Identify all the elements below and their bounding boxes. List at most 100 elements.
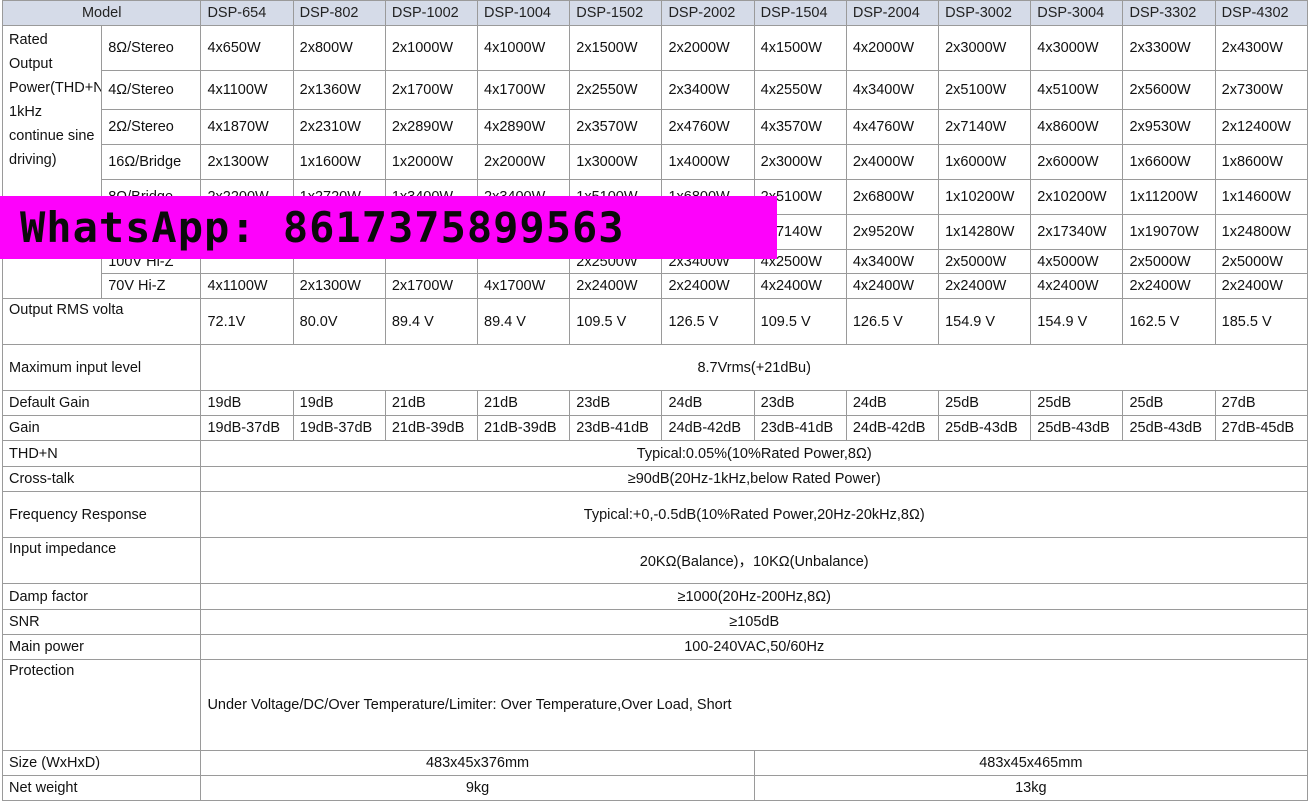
power-value-cell: 2x1500W <box>569 25 663 71</box>
rms-volt-value-cell: 185.5 V <box>1214 298 1309 345</box>
power-value-cell: 2x9530W <box>1122 109 1216 145</box>
power-value-cell: 2x6800W <box>845 179 940 215</box>
damp-factor-row: Damp factor ≥1000(20Hz-200Hz,8Ω) <box>1 583 1308 610</box>
power-value-cell: 4x1100W <box>200 273 294 299</box>
power-value-cell: 2x1360W <box>292 70 386 110</box>
frequency-response-value: Typical:+0,-0.5dB(10%Rated Power,20Hz-20… <box>200 491 1308 538</box>
crosstalk-row: Cross-talk ≥90dB(20Hz-1kHz,below Rated Po… <box>1 466 1308 492</box>
crosstalk-label: Cross-talk <box>1 466 202 492</box>
gain-label: Gain <box>1 415 202 441</box>
power-value-cell: 1x1600W <box>292 144 386 180</box>
gain-value-cell: 25dB-43dB <box>1030 415 1124 441</box>
power-value-cell: 1x4000W <box>661 144 755 180</box>
size-value-small: 483x45x376mm <box>200 750 755 776</box>
power-value-cell: 2x1300W <box>200 144 294 180</box>
gain-value-cell: 19dB-37dB <box>292 415 386 441</box>
power-value-cell: 2x9520W <box>845 214 940 250</box>
size-label: Size (WxHxD) <box>1 750 202 776</box>
input-impedance-row: Input impedance 20KΩ(Balance)，10KΩ(Unbala… <box>1 537 1308 584</box>
gain-value-cell: 21dB-39dB <box>477 415 571 441</box>
damp-factor-value: ≥1000(20Hz-200Hz,8Ω) <box>200 583 1308 610</box>
power-value-cell: 2x1300W <box>292 273 386 299</box>
rated-output-row: 2Ω/Stereo 4x1870W 2x2310W 2x2890W 4x2890W 2x3… <box>3 109 1309 145</box>
input-impedance-value: 20KΩ(Balance)，10KΩ(Unbalance) <box>200 537 1308 584</box>
rms-volt-value-cell: 154.9 V <box>938 298 1032 345</box>
power-value-cell: 2x2400W <box>569 273 663 299</box>
gain-value-cell: 21dB-39dB <box>384 415 479 441</box>
power-value-cell: 2x3300W <box>1122 25 1216 71</box>
main-power-row: Main power 100-240VAC,50/60Hz <box>1 634 1308 660</box>
default-gain-value-cell: 24dB <box>845 390 940 416</box>
crosstalk-value: ≥90dB(20Hz-1kHz,below Rated Power) <box>200 466 1308 492</box>
power-value-cell: 2x3400W <box>661 70 755 110</box>
power-value-cell: 1x6600W <box>1122 144 1216 180</box>
rated-output-row: 16Ω/Bridge 2x1300W 1x1600W 1x2000W 2x2000W 1x… <box>3 144 1309 180</box>
rms-volt-row: Output RMS volta 72.1V 80.0V 89.4 V 89.4 V 10… <box>1 298 1309 345</box>
power-value-cell: 4x2400W <box>753 273 847 299</box>
damp-factor-label: Damp factor <box>1 583 202 610</box>
size-row: Size (WxHxD) 483x45x376mm 483x45x465mm <box>1 750 1309 776</box>
size-value-large: 483x45x465mm <box>753 750 1309 776</box>
default-gain-value-cell: 25dB <box>1030 390 1124 416</box>
power-value-cell: 2x12400W <box>1214 109 1309 145</box>
rms-volt-value-cell: 126.5 V <box>845 298 940 345</box>
power-value-cell: 2x10200W <box>1030 179 1124 215</box>
power-value-cell: 2x800W <box>292 25 386 71</box>
power-value-cell: 2x17340W <box>1030 214 1124 250</box>
power-value-cell: 2x2400W <box>661 273 755 299</box>
model-name-header: DSP-1004 <box>477 0 571 26</box>
power-value-cell: 4x5100W <box>1030 70 1124 110</box>
power-value-cell: 4x1100W <box>200 70 294 110</box>
model-name-header: DSP-2002 <box>661 0 755 26</box>
power-value-cell: 2x3000W <box>753 144 847 180</box>
rms-volt-value-cell: 80.0V <box>292 298 386 345</box>
model-name-header: DSP-802 <box>292 0 386 26</box>
power-value-cell: 2x2400W <box>1214 273 1309 299</box>
default-gain-value-cell: 23dB <box>569 390 663 416</box>
power-value-cell: 2x3000W <box>938 25 1032 71</box>
model-name-header: DSP-1502 <box>569 0 663 26</box>
power-value-cell: 2x2400W <box>1122 273 1216 299</box>
rms-volt-value-cell: 72.1V <box>200 298 294 345</box>
power-value-cell: 2x5000W <box>938 249 1032 274</box>
power-value-cell: 1x10200W <box>938 179 1032 215</box>
model-name-header: DSP-2004 <box>845 0 940 26</box>
power-value-cell: 4x2890W <box>477 109 571 145</box>
power-value-cell: 2x4000W <box>845 144 940 180</box>
power-value-cell: 1x3000W <box>569 144 663 180</box>
thd-row: THD+N Typical:0.05%(10%Rated Power,8Ω) <box>1 440 1308 467</box>
power-value-cell: 2x5000W <box>1214 249 1309 274</box>
gain-value-cell: 24dB-42dB <box>845 415 940 441</box>
power-value-cell: 2x6000W <box>1030 144 1124 180</box>
power-value-cell: 1x6000W <box>938 144 1032 180</box>
rated-output-row: 70V Hi-Z 4x1100W 2x1300W 2x1700W 4x1700W 2x24… <box>3 273 1309 299</box>
rms-volt-label: Output RMS volta <box>1 298 202 345</box>
power-value-cell: 2x7140W <box>938 109 1032 145</box>
watermark-text: WhatsApp: 8617375899563 <box>20 203 625 252</box>
power-value-cell: 4x5000W <box>1030 249 1124 274</box>
max-input-value: 8.7Vrms(+21dBu) <box>200 344 1308 391</box>
input-impedance-label: Input impedance <box>1 537 202 584</box>
default-gain-value-cell: 27dB <box>1214 390 1309 416</box>
power-value-cell: 4x3000W <box>1030 25 1124 71</box>
whatsapp-watermark: WhatsApp: 8617375899563 <box>0 196 777 259</box>
default-gain-value-cell: 19dB <box>200 390 294 416</box>
header-row: Model DSP-654 DSP-802 DSP-1002 DSP-1004 DSP-… <box>1 0 1309 26</box>
gain-value-cell: 24dB-42dB <box>661 415 755 441</box>
gain-value-cell: 25dB-43dB <box>1122 415 1216 441</box>
default-gain-value-cell: 23dB <box>753 390 847 416</box>
power-value-cell: 4x2400W <box>1030 273 1124 299</box>
gain-value-cell: 27dB-45dB <box>1214 415 1309 441</box>
net-weight-value-small: 9kg <box>200 775 755 801</box>
spec-table: Model DSP-654 DSP-802 DSP-1002 DSP-1004 DSP-… <box>1 0 1309 801</box>
model-name-header: DSP-4302 <box>1214 0 1309 26</box>
default-gain-row: Default Gain 19dB 19dB 21dB 21dB 23dB 24dB 23dB… <box>1 390 1309 416</box>
rms-volt-value-cell: 109.5 V <box>569 298 663 345</box>
power-value-cell: 4x2400W <box>845 273 940 299</box>
power-value-cell: 4x3570W <box>753 109 847 145</box>
power-value-cell: 2x1700W <box>384 70 479 110</box>
power-value-cell: 4x1700W <box>477 70 571 110</box>
power-value-cell: 4x1500W <box>753 25 847 71</box>
power-value-cell: 2x3570W <box>569 109 663 145</box>
snr-label: SNR <box>1 609 202 635</box>
